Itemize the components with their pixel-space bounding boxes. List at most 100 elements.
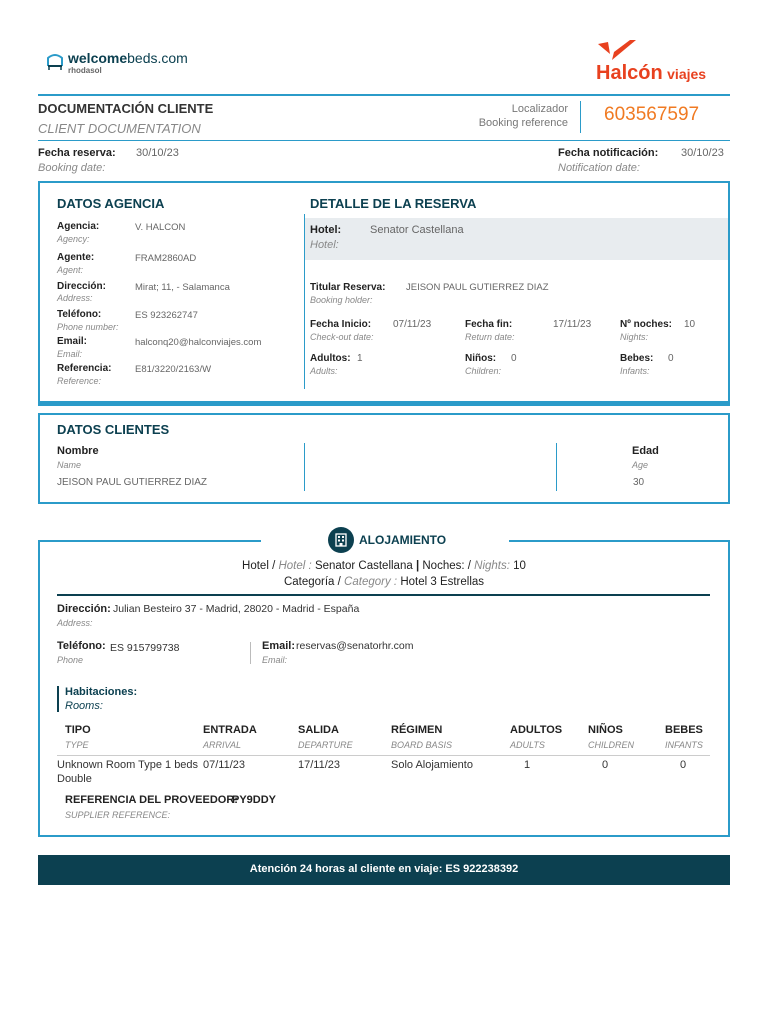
support-footer-phone: ES 922238392 — [445, 863, 519, 875]
halcon-text: Halcón — [596, 62, 663, 84]
end-date-label: Fecha fin: — [465, 319, 513, 330]
agency-row-sublabel: Email: — [57, 349, 83, 359]
agency-row: Dirección: Address: Mirat; 11, - Salaman… — [57, 281, 297, 309]
locator-label-en: Booking reference — [478, 117, 568, 129]
children-label-en: Children: — [465, 366, 502, 376]
children-value: 0 — [511, 353, 517, 364]
booking-hotel-band — [305, 218, 728, 260]
support-footer-text: Atención 24 horas al cliente en viaje: — [249, 863, 443, 875]
booking-holder-label-en: Booking holder: — [310, 295, 373, 305]
notification-date-label-en: Notification date: — [558, 162, 640, 174]
client-name-value: JEISON PAUL GUTIERREZ DIAZ — [57, 477, 208, 488]
doc-title: DOCUMENTACIÓN CLIENTE — [38, 101, 214, 116]
room-row: Unknown Room Type 1 beds Double 07/11/23… — [57, 758, 710, 788]
acc-category-label: Categoría / — [283, 576, 341, 588]
agency-row: Referencia: Reference: E81/3220/2163/W — [57, 363, 297, 391]
agency-row-value: E81/3220/2163/W — [135, 364, 212, 375]
building-icon — [335, 533, 347, 547]
room-infants: 0 — [680, 759, 687, 771]
acc-address-label: Dirección: — [57, 603, 111, 615]
agency-booking-bottom-bar — [38, 401, 730, 406]
acc-phone-label-en: Phone — [57, 655, 84, 665]
children-label: Niños: — [465, 353, 497, 364]
booking-reference-value: 603567597 — [604, 104, 700, 125]
agency-row-label: Dirección: — [57, 281, 106, 292]
supplier-ref-label: REFERENCIA DEL PROVEEDOR: — [65, 794, 238, 806]
acc-email-label: Email: — [262, 640, 296, 652]
booking-hotel-label: Hotel: — [310, 224, 342, 236]
room-type-line2: Double — [57, 773, 92, 785]
col-children-sub: CHILDREN — [588, 740, 635, 750]
welcome-text: welcome — [68, 50, 128, 66]
welcomebeds-logo: welcomebeds.com rhodasol — [46, 50, 206, 80]
booking-date-label-en: Booking date: — [38, 162, 106, 174]
bed-icon — [47, 54, 63, 70]
booking-hotel-label-en: Hotel: — [310, 239, 339, 251]
agency-row-value: halconq20@halconviajes.com — [135, 337, 262, 348]
acc-email-value: reservas@senatorhr.com — [296, 640, 414, 652]
client-name-header-en: Name — [57, 460, 82, 470]
agency-row: Agencia: Agency: V. HALCON — [57, 221, 297, 249]
room-arrival: 07/11/23 — [203, 759, 246, 771]
booking-holder-label: Titular Reserva: — [310, 282, 386, 293]
booking-holder-value: JEISON PAUL GUTIERREZ DIAZ — [406, 282, 549, 293]
support-footer: Atención 24 horas al cliente en viaje: E… — [38, 855, 730, 885]
accommodation-summary-rule — [57, 594, 710, 596]
agency-row-value: Mirat; 11, - Salamanca — [135, 282, 230, 293]
adults-label: Adultos: — [310, 353, 351, 364]
client-age-header: Edad — [632, 445, 659, 457]
support-footer-text-wrap: Atención 24 horas al cliente en viaje: E… — [38, 863, 730, 875]
doc-title-en: CLIENT DOCUMENTATION — [38, 121, 201, 136]
babies-label: Bebes: — [620, 353, 654, 364]
col-arrival-header: ENTRADA — [203, 724, 257, 736]
acc-category-value: Hotel 3 Estrellas — [400, 576, 485, 588]
agency-row: Teléfono: Phone number: ES 923262747 — [57, 309, 297, 337]
col-type-header: TIPO — [65, 724, 91, 736]
acc-nights-label: Noches: / — [422, 560, 471, 572]
acc-phone-value: ES 915799738 — [110, 642, 180, 654]
room-children: 0 — [602, 759, 609, 771]
col-infants-header: BEBES — [665, 724, 703, 736]
agency-row: Email: Email: halconq20@halconviajes.com — [57, 336, 297, 364]
col-infants-sub: INFANTS — [665, 740, 703, 750]
halcon-logo: Halcón viajes — [596, 38, 726, 88]
acc-phone-label: Teléfono: — [57, 640, 106, 652]
agency-row-value: FRAM2860AD — [135, 253, 197, 264]
locator-divider — [580, 101, 581, 133]
agency-row-label: Agente: — [57, 252, 95, 263]
acc-email-label-en: Email: — [262, 655, 288, 665]
agency-row-sublabel: Agent: — [57, 265, 84, 275]
acc-category-label-en: Category : — [344, 576, 398, 588]
nights-value: 10 — [684, 319, 696, 330]
notification-date-value: 30/10/23 — [681, 147, 724, 159]
agency-row-sublabel: Address: — [57, 293, 93, 303]
room-table-rule — [57, 755, 710, 756]
rooms-label: Habitaciones: — [65, 686, 138, 698]
acc-hotel-value: Senator Castellana — [314, 560, 413, 572]
col-children-header: NIÑOS — [588, 724, 623, 736]
room-board: Solo Alojamiento — [391, 759, 473, 771]
start-date-label-en: Check-out date: — [310, 332, 374, 342]
adults-value: 1 — [357, 353, 363, 364]
col-type-sub: TYPE — [65, 740, 89, 750]
start-date-label: Fecha Inicio: — [310, 319, 372, 330]
agency-row-sublabel: Phone number: — [57, 322, 119, 332]
header-divider — [38, 94, 730, 96]
locator-label: Localizador — [511, 103, 568, 115]
col-departure-header: SALIDA — [298, 724, 339, 736]
babies-value: 0 — [668, 353, 674, 364]
acc-separator: | — [415, 560, 420, 572]
accommodation-summary-line1: Hotel / Hotel : Senator Castellana | Noc… — [38, 560, 730, 572]
col-adults-sub: ADULTS — [510, 740, 545, 750]
client-age-value: 30 — [633, 477, 645, 488]
notification-date-label: Fecha notificación: — [558, 147, 659, 159]
acc-address-value: Julian Besteiro 37 - Madrid, 28020 - Mad… — [113, 603, 360, 615]
rooms-accent-bar — [57, 686, 59, 712]
clients-divider-2 — [556, 443, 557, 491]
col-adults-header: ADULTOS — [510, 724, 563, 736]
booking-date-value: 30/10/23 — [136, 147, 179, 159]
booking-hotel-value: Senator Castellana — [370, 224, 464, 236]
rhodasol-text: rhodasol — [68, 66, 102, 75]
room-departure: 17/11/23 — [298, 759, 341, 771]
agency-row-sublabel: Agency: — [57, 234, 90, 244]
